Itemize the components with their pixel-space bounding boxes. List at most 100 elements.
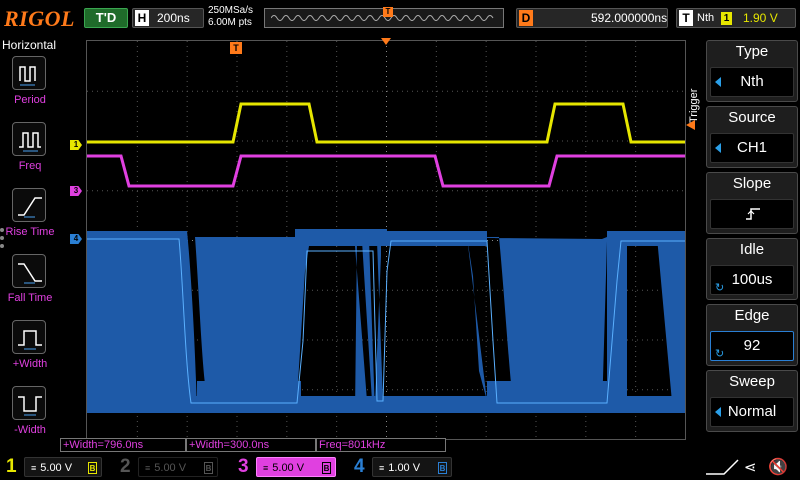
graticule-dot xyxy=(472,190,473,192)
graticule-dot xyxy=(286,421,288,422)
graticule-dot xyxy=(532,190,533,192)
trigger-status-display[interactable]: T Nth 1 1.90 V xyxy=(676,8,796,28)
graticule-dot xyxy=(386,326,387,327)
graticule-dot xyxy=(627,90,628,92)
ch3-number[interactable]: 3 xyxy=(238,456,249,478)
horizontal-delay-display[interactable]: D 592.000000ns xyxy=(516,8,668,28)
graticule-dot xyxy=(635,161,637,162)
ch4-offset-marker[interactable]: 4 xyxy=(70,234,82,244)
panel-scroll-indicator[interactable] xyxy=(0,228,6,252)
graticule-dot xyxy=(286,66,288,67)
run-status-badge[interactable]: T'D xyxy=(84,8,128,28)
measure-pos-width-button[interactable]: +Width xyxy=(6,320,60,382)
graticule-dot xyxy=(462,190,463,192)
graticule-dot xyxy=(485,251,487,252)
graticule-dot xyxy=(635,361,637,362)
ch2-scale-box[interactable]: ≡ 5.00 V B xyxy=(138,457,218,477)
measurement-item[interactable]: +Width=796.0ns xyxy=(60,438,186,452)
graticule-dot xyxy=(386,356,387,357)
graticule-dot xyxy=(322,389,323,391)
graticule-dot xyxy=(452,90,453,92)
graticule-dot xyxy=(286,86,288,87)
graticule-dot xyxy=(617,90,618,92)
ch3-scale-box[interactable]: ≡ 5.00 V B xyxy=(256,457,336,477)
graticule-dot xyxy=(307,339,308,341)
measurement-item[interactable]: +Width=300.0ns xyxy=(186,438,316,452)
waveform-grid[interactable] xyxy=(86,40,686,440)
graticule-dot xyxy=(585,191,587,192)
graticule-dot xyxy=(627,140,628,142)
ch1-offset-marker[interactable]: 1 xyxy=(70,140,82,150)
graticule-dot xyxy=(337,90,338,92)
graticule-dot xyxy=(635,206,637,207)
graticule-dot xyxy=(482,289,483,291)
timebase-display[interactable]: H 200ns xyxy=(132,8,204,28)
trigger-type-softkey[interactable]: Type Nth xyxy=(706,40,798,102)
graticule-dot xyxy=(247,190,248,192)
ch4-number[interactable]: 4 xyxy=(354,456,365,478)
graticule-dot xyxy=(386,191,387,192)
period-icon xyxy=(12,56,46,90)
graticule-dot xyxy=(286,46,288,47)
graticule-dot xyxy=(535,421,537,422)
trigger-idle-softkey[interactable]: Idle ↻ 100us xyxy=(706,238,798,300)
measurement-item[interactable]: Freq=801kHz xyxy=(316,438,446,452)
ch2-number[interactable]: 2 xyxy=(120,456,131,478)
ch1-number[interactable]: 1 xyxy=(6,456,17,478)
neg-width-label: -Width xyxy=(14,424,46,436)
graticule-dot xyxy=(286,56,288,57)
measure-fall-time-button[interactable]: Fall Time xyxy=(6,254,60,316)
graticule-dot xyxy=(585,71,587,72)
graticule-dot xyxy=(585,66,587,67)
graticule-dot xyxy=(286,76,288,77)
graticule-dot xyxy=(635,256,637,257)
graticule-dot xyxy=(386,76,387,77)
graticule-dot xyxy=(535,431,537,432)
speaker-muted-icon[interactable]: 🔇 xyxy=(768,457,792,477)
graticule-dot xyxy=(217,90,218,92)
graticule-dot xyxy=(485,71,487,72)
graticule-dot xyxy=(212,190,213,192)
ch3-scale: 5.00 V xyxy=(272,462,305,474)
ch4-scale-box[interactable]: ≡ 1.00 V B xyxy=(372,457,452,477)
graticule-dot xyxy=(492,190,493,192)
memory-overview-bar[interactable]: T xyxy=(264,7,504,28)
graticule-dot xyxy=(657,389,658,391)
measure-rise-time-button[interactable]: Rise Time xyxy=(6,188,60,250)
measure-neg-width-button[interactable]: -Width xyxy=(6,386,60,448)
graticule-dot xyxy=(336,81,338,82)
graticule-dot xyxy=(435,351,437,352)
graticule-dot xyxy=(186,196,188,197)
graticule-dot xyxy=(386,146,387,147)
measure-period-button[interactable]: Period xyxy=(6,56,60,118)
graticule-dot xyxy=(592,190,593,192)
graticule-dot xyxy=(485,326,487,327)
graticule-dot xyxy=(597,90,598,92)
bandwidth-limit-icon: B xyxy=(88,462,97,474)
ch3-offset-marker[interactable]: 3 xyxy=(70,186,82,196)
graticule-dot xyxy=(227,90,228,92)
graticule-dot xyxy=(337,289,338,291)
graticule-dot xyxy=(522,190,523,192)
graticule-dot xyxy=(152,90,153,92)
graticule-dot xyxy=(236,66,238,67)
trigger-source-softkey[interactable]: Source CH1 xyxy=(706,106,798,168)
graticule-dot xyxy=(302,190,303,192)
graticule-dot xyxy=(386,266,387,267)
graticule-dot xyxy=(585,61,587,62)
graticule-dot xyxy=(487,339,488,341)
graticule-dot xyxy=(435,356,437,357)
trigger-sweep-softkey[interactable]: Sweep Normal xyxy=(706,370,798,432)
trigger-slope-softkey[interactable]: Slope xyxy=(706,172,798,234)
measure-freq-button[interactable]: Freq xyxy=(6,122,60,184)
graticule-dot xyxy=(336,246,338,247)
graticule-dot xyxy=(487,190,488,192)
graticule-dot xyxy=(412,289,413,291)
graticule-dot xyxy=(485,246,487,247)
graticule-dot xyxy=(435,126,437,127)
trigger-position-marker[interactable]: T xyxy=(230,42,242,54)
graticule-dot xyxy=(585,421,587,422)
ch1-scale-box[interactable]: ≡ 5.00 V B xyxy=(24,457,102,477)
trigger-edge-count-softkey[interactable]: Edge ↻ 92 xyxy=(706,304,798,366)
graticule-dot xyxy=(357,90,358,92)
